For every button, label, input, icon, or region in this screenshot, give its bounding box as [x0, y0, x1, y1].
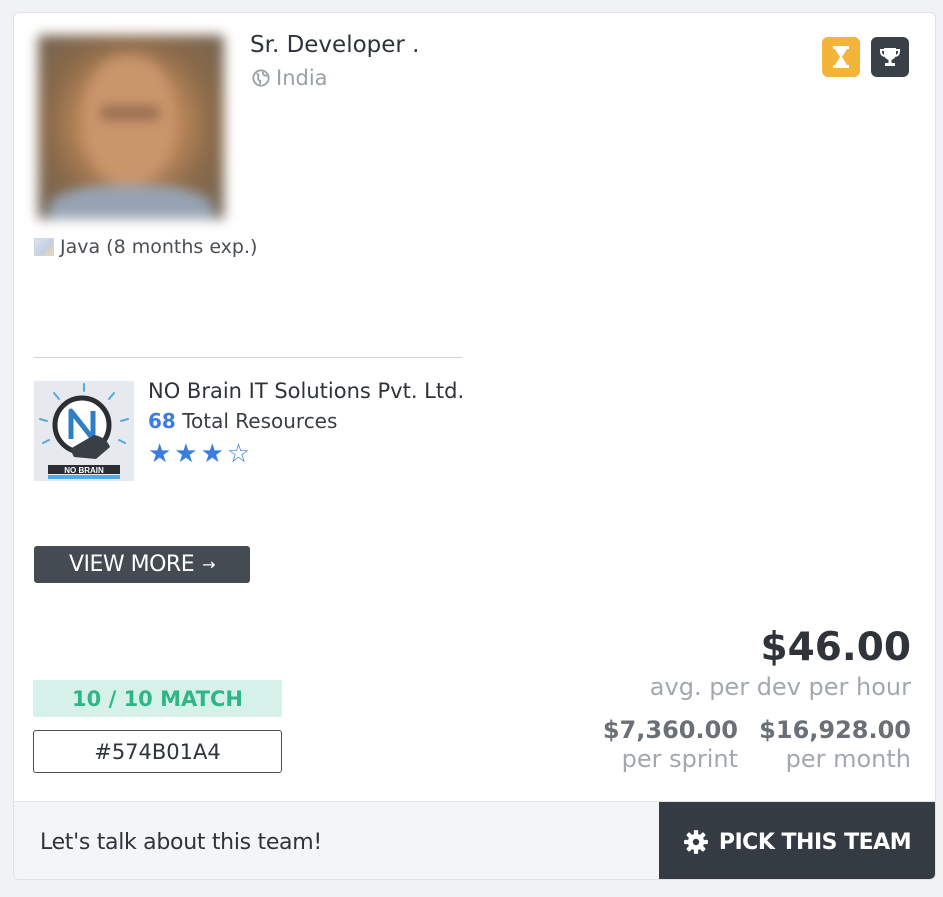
company-rating-stars: ★★★☆: [148, 439, 254, 469]
avg-price-label: avg. per dev per hour: [649, 673, 911, 701]
skill-image-icon: [34, 238, 54, 256]
sprint-price: $7,360.00: [602, 716, 738, 744]
view-more-button[interactable]: VIEW MORE →: [34, 546, 250, 583]
month-price: $16,928.00: [759, 716, 911, 744]
sprint-price-label: per sprint: [621, 745, 738, 773]
resources-label: Total Resources: [182, 409, 338, 433]
pick-team-label: PICK THIS TEAM: [718, 829, 912, 855]
arrow-right-icon: →: [202, 555, 216, 574]
company-logo-graphic: NO BRAIN: [34, 381, 134, 481]
pick-team-button[interactable]: PICK THIS TEAM: [659, 802, 935, 879]
hourglass-icon: [833, 46, 849, 68]
company-logo[interactable]: NO BRAIN: [34, 381, 134, 481]
company-resources: 68 Total Resources: [148, 409, 337, 433]
section-divider: [34, 357, 462, 358]
skill-text: Java (8 months exp.): [60, 236, 258, 258]
team-code: #574B01A4: [33, 730, 282, 773]
developer-card: Sr. Developer . India Java (8 months exp…: [13, 12, 936, 880]
logo-wordmark: NO BRAIN: [64, 466, 104, 475]
hourglass-badge[interactable]: [822, 37, 860, 77]
talk-link[interactable]: Let's talk about this team!: [40, 830, 322, 855]
developer-photo: [38, 35, 224, 219]
company-name[interactable]: NO Brain IT Solutions Pvt. Ltd.: [148, 379, 464, 403]
globe-icon: [252, 69, 270, 87]
avg-price: $46.00: [760, 625, 912, 670]
developer-location: India: [252, 66, 328, 90]
card-footer: Let's talk about this team! PICK THIS TE…: [14, 801, 935, 879]
resources-count: 68: [148, 409, 176, 433]
trophy-badge[interactable]: [871, 37, 909, 77]
location-text: India: [276, 66, 328, 90]
month-price-label: per month: [785, 745, 911, 773]
trophy-icon: [880, 48, 900, 66]
gear-icon: [683, 830, 708, 854]
view-more-label: VIEW MORE: [68, 552, 195, 577]
developer-title: Sr. Developer .: [250, 32, 420, 58]
match-badge: 10 / 10 MATCH: [33, 680, 282, 717]
skill-item: Java (8 months exp.): [34, 236, 257, 258]
